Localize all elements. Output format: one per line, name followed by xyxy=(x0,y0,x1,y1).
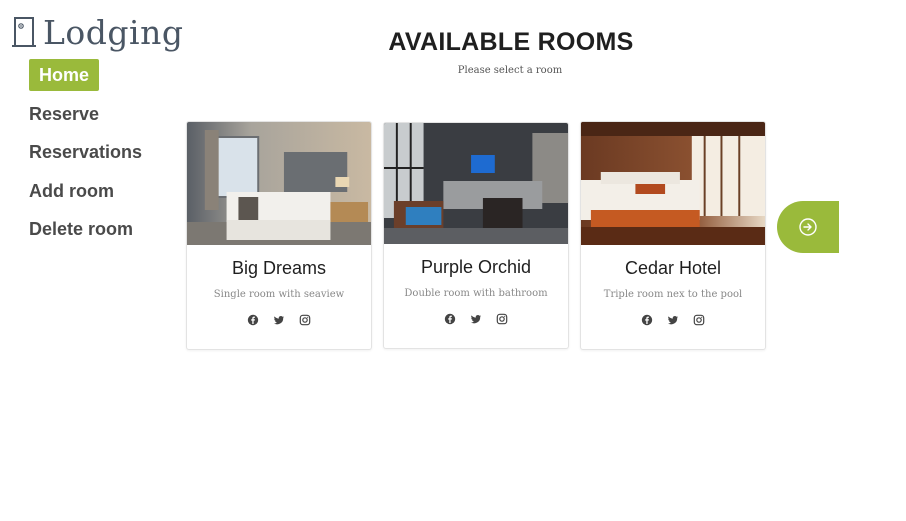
door-icon xyxy=(12,17,36,47)
instagram-icon[interactable] xyxy=(496,313,508,325)
nav-item-add-room[interactable]: Add room xyxy=(29,175,179,207)
brand-logo[interactable]: Lodging xyxy=(11,13,183,51)
room-description: Double room with bathroom xyxy=(404,288,548,299)
twitter-icon[interactable] xyxy=(667,314,679,326)
arrow-right-circle-icon xyxy=(799,218,817,236)
facebook-icon[interactable] xyxy=(444,313,456,325)
social-links xyxy=(581,314,765,326)
room-description: Triple room nex to the pool xyxy=(603,289,743,300)
nav-item-reservations[interactable]: Reservations xyxy=(29,136,179,168)
room-photo xyxy=(187,122,371,245)
room-card-purple-orchid[interactable]: Purple Orchid Double room with bathroom xyxy=(383,122,569,349)
room-photo xyxy=(384,123,568,244)
room-photo xyxy=(581,122,765,245)
social-links xyxy=(384,313,568,325)
facebook-icon[interactable] xyxy=(247,314,259,326)
twitter-icon[interactable] xyxy=(273,314,285,326)
nav-item-home[interactable]: Home xyxy=(29,59,100,91)
carousel-next-button[interactable] xyxy=(777,201,839,253)
twitter-icon[interactable] xyxy=(470,313,482,325)
nav-item-delete-room[interactable]: Delete room xyxy=(29,213,179,245)
room-card-big-dreams[interactable]: Big Dreams Single room with seaview xyxy=(186,121,372,350)
instagram-icon[interactable] xyxy=(693,314,705,326)
page-title: AVAILABLE ROOMS xyxy=(388,28,634,56)
brand-name: Lodging xyxy=(43,12,184,52)
nav-item-reserve[interactable]: Reserve xyxy=(29,98,179,130)
room-name: Big Dreams xyxy=(231,258,327,278)
room-card-cedar-hotel[interactable]: Cedar Hotel Triple room nex to the pool xyxy=(580,121,766,350)
room-description: Single room with seaview xyxy=(213,289,345,300)
facebook-icon[interactable] xyxy=(641,314,653,326)
page-subtitle: Please select a room xyxy=(457,65,563,76)
social-links xyxy=(187,314,371,326)
room-name: Purple Orchid xyxy=(420,257,532,277)
instagram-icon[interactable] xyxy=(299,314,311,326)
room-name: Cedar Hotel xyxy=(624,258,722,278)
sidebar-nav: Home Reserve Reservations Add room Delet… xyxy=(29,59,179,252)
